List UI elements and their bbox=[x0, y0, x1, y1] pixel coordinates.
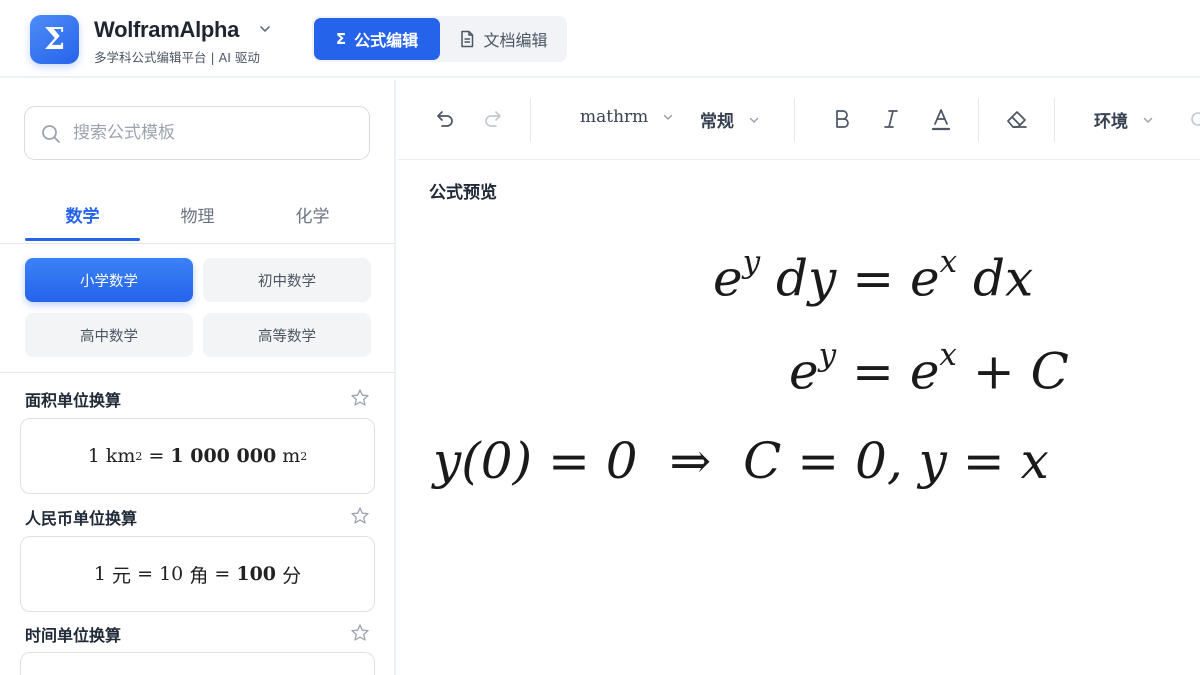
formula-unit: m bbox=[282, 445, 301, 467]
template-card-area[interactable]: 1 km 2 = 1 000 000 m2 bbox=[20, 418, 375, 494]
formula-exponent: 2 bbox=[300, 449, 308, 463]
editor-toolbar: mathrm 常规 环境 bbox=[397, 80, 1200, 160]
formula-value: 1 bbox=[87, 445, 100, 467]
undo-icon[interactable] bbox=[433, 108, 455, 130]
equals-sign: = bbox=[852, 249, 895, 308]
template-title: 面积单位换算 bbox=[25, 391, 122, 410]
document-icon bbox=[461, 30, 474, 48]
tab-physics[interactable]: 物理 bbox=[140, 202, 255, 227]
active-tab-indicator bbox=[25, 238, 140, 241]
differential: dx bbox=[972, 249, 1034, 308]
redo-icon[interactable] bbox=[483, 108, 505, 130]
exponent: y bbox=[742, 244, 761, 280]
toolbar-separator bbox=[978, 98, 979, 142]
toolbar-separator bbox=[530, 98, 531, 142]
template-title: 时间单位换算 bbox=[25, 626, 122, 645]
equals-sign: = bbox=[852, 342, 894, 401]
tab-chemistry[interactable]: 化学 bbox=[255, 202, 370, 227]
formula-unit: km bbox=[105, 445, 136, 467]
category-higher-math[interactable]: 高等数学 bbox=[203, 313, 371, 357]
formula-equals: = bbox=[137, 563, 154, 585]
formula-value: 100 bbox=[236, 563, 277, 585]
exponent: x bbox=[939, 337, 957, 373]
exp-base: e bbox=[789, 342, 819, 401]
toolbar-separator bbox=[794, 98, 795, 142]
implies-arrow: ⇒ bbox=[669, 432, 712, 490]
document-edit-tab[interactable]: 文档编辑 bbox=[442, 18, 565, 60]
mode-switcher: Σ 公式编辑 文档编辑 bbox=[312, 16, 567, 62]
differential: dy bbox=[776, 249, 837, 308]
star-icon[interactable] bbox=[350, 506, 370, 526]
eraser-icon[interactable] bbox=[1005, 108, 1029, 130]
formula-exponent: 2 bbox=[135, 449, 143, 463]
formula-unit: 分 bbox=[282, 564, 302, 587]
initial-condition: y(0) = 0 bbox=[433, 432, 638, 490]
style-select[interactable]: 常规 bbox=[700, 107, 760, 132]
star-icon[interactable] bbox=[350, 388, 370, 408]
font-color-icon[interactable] bbox=[930, 108, 952, 132]
italic-icon[interactable] bbox=[880, 108, 902, 130]
toolbar-separator bbox=[1054, 98, 1055, 142]
sigma-logo-icon: Σ bbox=[43, 22, 66, 57]
category-senior-math[interactable]: 高中数学 bbox=[25, 313, 193, 357]
formula-unit: 元 bbox=[112, 564, 132, 587]
brand-name[interactable]: WolframAlpha bbox=[94, 17, 239, 43]
plus-sign: + bbox=[972, 342, 1015, 401]
settings-icon[interactable] bbox=[1187, 108, 1200, 130]
preview-label: 公式预览 bbox=[429, 183, 497, 203]
app-logo[interactable]: Σ bbox=[30, 15, 79, 64]
formula-value: 1 bbox=[93, 563, 106, 585]
formula-line-1[interactable]: ey dy = ex dx bbox=[713, 244, 1033, 307]
category-junior-math[interactable]: 初中数学 bbox=[203, 258, 371, 302]
constant: C bbox=[1030, 342, 1069, 401]
font-select[interactable]: mathrm bbox=[580, 107, 674, 127]
exp-base: e bbox=[909, 342, 940, 401]
chevron-down-icon bbox=[664, 114, 673, 121]
subject-tabs: 数学 物理 化学 bbox=[0, 192, 394, 244]
environment-select-value: 环境 bbox=[1094, 112, 1128, 132]
tab-math[interactable]: 数学 bbox=[25, 202, 140, 227]
formula-value: 1 000 000 bbox=[170, 445, 277, 467]
template-card-currency[interactable]: 1 元 = 10 角 = 100 分 bbox=[20, 536, 375, 612]
exp-base: e bbox=[910, 249, 940, 308]
exp-base: e bbox=[713, 249, 743, 308]
template-card-time[interactable] bbox=[20, 652, 375, 675]
exponent: x bbox=[939, 244, 958, 280]
chevron-down-icon[interactable] bbox=[258, 22, 272, 36]
template-sidebar: 数学 物理 化学 小学数学 初中数学 高中数学 高等数学 面积单位换算 1 km… bbox=[0, 80, 396, 675]
template-search bbox=[24, 106, 370, 160]
formula-edit-tab[interactable]: Σ 公式编辑 bbox=[314, 18, 440, 60]
formula-line-2[interactable]: ey = ex + C bbox=[789, 337, 1069, 400]
template-title: 人民币单位换算 bbox=[25, 509, 138, 528]
style-select-value: 常规 bbox=[700, 112, 734, 132]
chevron-down-icon bbox=[1143, 117, 1153, 123]
app-header: Σ WolframAlpha 多学科公式编辑平台 | AI 驱动 Σ 公式编辑 … bbox=[0, 0, 1200, 78]
font-select-value: mathrm bbox=[580, 107, 649, 127]
chevron-down-icon bbox=[749, 117, 759, 123]
star-icon[interactable] bbox=[350, 623, 370, 643]
category-primary-math[interactable]: 小学数学 bbox=[25, 258, 193, 302]
search-icon bbox=[42, 125, 60, 143]
formula-line-3[interactable]: y(0) = 0 ⇒ C = 0, y = x bbox=[433, 432, 1049, 490]
search-input[interactable] bbox=[73, 117, 353, 149]
formula-edit-label: 公式编辑 bbox=[354, 31, 419, 50]
formula-equals: = bbox=[148, 445, 165, 467]
exponent: y bbox=[818, 337, 837, 373]
constant-result: C = 0, bbox=[743, 432, 903, 490]
environment-select[interactable]: 环境 bbox=[1094, 107, 1154, 132]
divider bbox=[0, 372, 394, 373]
formula-equals: = bbox=[214, 563, 231, 585]
final-solution: y = x bbox=[918, 432, 1049, 490]
brand-subtitle: 多学科公式编辑平台 | AI 驱动 bbox=[94, 50, 260, 65]
bold-icon[interactable] bbox=[831, 108, 853, 130]
formula-unit: 角 bbox=[189, 564, 209, 587]
sigma-icon: Σ bbox=[335, 30, 347, 48]
formula-value: 10 bbox=[159, 563, 184, 585]
document-edit-label: 文档编辑 bbox=[483, 31, 548, 50]
